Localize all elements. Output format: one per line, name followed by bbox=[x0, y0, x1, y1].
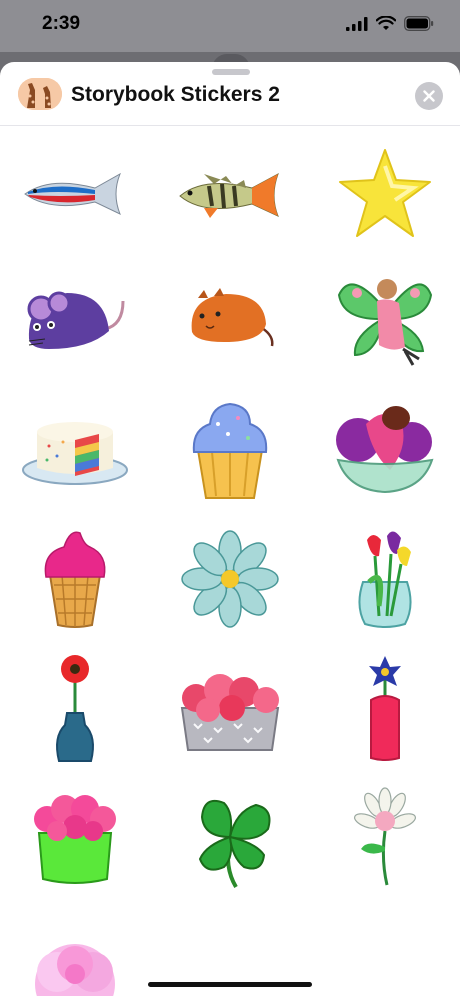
sticker-blue-flower-vase[interactable] bbox=[315, 649, 455, 769]
sticker-pink-rose[interactable] bbox=[5, 909, 145, 996]
sticker-sheet: Storybook Stickers 2 bbox=[0, 62, 460, 996]
sticker-daisy[interactable] bbox=[160, 519, 300, 639]
sticker-flower-pot[interactable] bbox=[5, 779, 145, 899]
sticker-rose-box[interactable] bbox=[160, 649, 300, 769]
sticker-clover-flower[interactable] bbox=[315, 779, 455, 899]
status-bar: 2:39 bbox=[0, 0, 460, 50]
sticker-purple-mouse[interactable] bbox=[5, 259, 145, 379]
status-time: 2:39 bbox=[42, 13, 81, 34]
sticker-neon-tetra[interactable] bbox=[5, 134, 145, 254]
sticker-ice-cream-cone[interactable] bbox=[5, 519, 145, 639]
sticker-tulip-vase[interactable] bbox=[315, 519, 455, 639]
close-icon bbox=[423, 90, 435, 102]
sticker-orange-hamster[interactable] bbox=[160, 259, 300, 379]
status-icons bbox=[346, 16, 434, 31]
close-button[interactable] bbox=[415, 82, 443, 110]
signal-icon bbox=[346, 16, 368, 31]
sticker-cupcake[interactable] bbox=[160, 389, 300, 509]
home-indicator bbox=[148, 982, 312, 987]
sheet-header: Storybook Stickers 2 bbox=[0, 74, 460, 126]
sticker-yellow-star[interactable] bbox=[315, 134, 455, 254]
giraffe-app-icon bbox=[18, 78, 62, 110]
sticker-ice-cream-bowl[interactable] bbox=[315, 389, 455, 509]
sticker-perch-fish[interactable] bbox=[160, 134, 300, 254]
sticker-gerbera-vase[interactable] bbox=[5, 649, 145, 769]
sticker-fairy[interactable] bbox=[315, 259, 455, 379]
sticker-rainbow-cake[interactable] bbox=[5, 389, 145, 509]
battery-icon bbox=[404, 16, 434, 31]
wifi-icon bbox=[376, 16, 396, 30]
page-title: Storybook Stickers 2 bbox=[71, 83, 280, 106]
sticker-clover[interactable] bbox=[160, 779, 300, 899]
